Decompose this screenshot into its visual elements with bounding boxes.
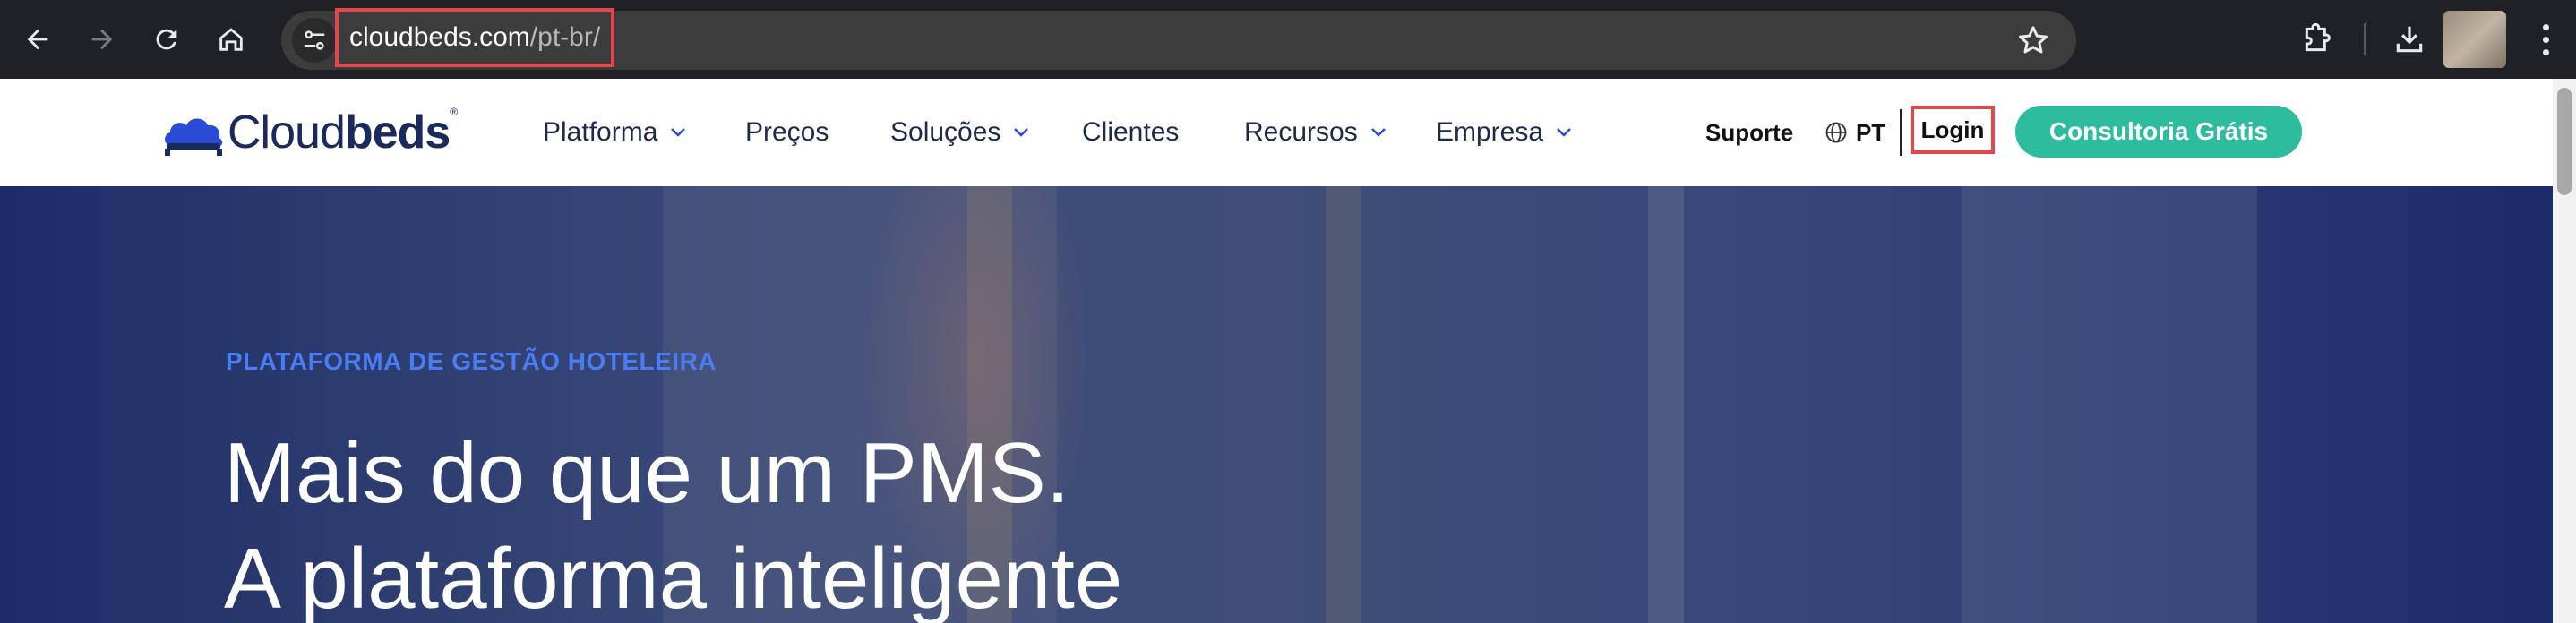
bookmark-star-icon[interactable] <box>2015 22 2051 58</box>
home-button[interactable] <box>208 16 254 63</box>
scrollbar-thumb[interactable] <box>2557 88 2572 195</box>
chevron-down-icon <box>1014 128 1029 137</box>
hero-background-frame <box>1648 186 1684 623</box>
puzzle-icon <box>2305 22 2331 52</box>
extensions-button[interactable] <box>2296 18 2339 61</box>
login-link[interactable]: Login <box>1911 106 1995 154</box>
nav-item-empresa[interactable]: Empresa <box>1436 79 1572 186</box>
hero-title: Mais do que um PMS. A plataforma intelig… <box>224 421 1122 623</box>
site-info-button[interactable] <box>292 18 337 63</box>
arrow-left-icon <box>27 29 48 50</box>
nav-item-label: Platforma <box>543 117 658 147</box>
nav-item-platforma[interactable]: Platforma <box>543 79 686 186</box>
chevron-down-icon <box>1370 128 1386 137</box>
cloudbeds-logo-icon <box>165 118 223 156</box>
address-bar[interactable]: cloudbeds.com/pt-br/ <box>281 8 2076 70</box>
site-header: Cloudbeds® Platforma Preços Soluções Cli… <box>0 79 2553 186</box>
url-path: /pt-br/ <box>529 22 601 52</box>
nav-item-precos[interactable]: Preços <box>745 79 829 186</box>
menu-dot <box>2542 23 2549 30</box>
profile-avatar[interactable] <box>2443 11 2506 68</box>
logo-text-bold: beds <box>344 107 451 158</box>
nav-item-clientes[interactable]: Clientes <box>1082 79 1179 186</box>
menu-dot <box>2542 48 2549 55</box>
hero-section: PLATAFORMA DE GESTÃO HOTELEIRA Mais do q… <box>0 186 2553 623</box>
free-consultation-button[interactable]: Consultoria Grátis <box>2015 106 2302 158</box>
url-host: cloudbeds.com <box>349 22 530 52</box>
nav-item-label: Preços <box>745 117 829 147</box>
downloads-button[interactable] <box>2388 18 2431 61</box>
nav-item-label: Recursos <box>1244 117 1358 147</box>
reload-button[interactable] <box>143 16 190 63</box>
logo-registered-mark: ® <box>450 106 458 118</box>
arrow-right-icon <box>91 29 113 50</box>
logo-wordmark: Cloudbeds® <box>228 106 458 159</box>
hero-eyebrow: PLATAFORMA DE GESTÃO HOTELEIRA <box>226 347 717 375</box>
hero-title-line: Mais do que um PMS. <box>224 425 1070 521</box>
page-scrollbar[interactable] <box>2553 79 2576 623</box>
nav-item-label: Empresa <box>1436 117 1544 147</box>
hero-background-frame <box>1326 186 1361 623</box>
support-link[interactable]: Suporte <box>1705 79 1793 186</box>
menu-dot <box>2542 36 2549 43</box>
forward-button[interactable] <box>79 16 125 63</box>
cloudbeds-logo[interactable]: Cloudbeds® <box>161 106 458 159</box>
hero-title-line: A plataforma inteligente <box>224 531 1123 623</box>
globe-icon <box>1825 122 1847 143</box>
back-button[interactable] <box>14 16 61 63</box>
tune-icon <box>304 30 325 50</box>
hero-background-painting <box>1962 186 2257 623</box>
reload-icon <box>156 29 177 50</box>
language-selector[interactable]: PT <box>1824 79 1885 186</box>
url-text[interactable]: cloudbeds.com/pt-br/ <box>335 8 615 67</box>
toolbar-divider <box>2364 23 2366 55</box>
logo-text-light: Cloud <box>228 107 346 158</box>
nav-item-label: Soluções <box>890 117 1001 147</box>
nav-item-recursos[interactable]: Recursos <box>1244 79 1387 186</box>
browser-menu-button[interactable] <box>2528 18 2563 61</box>
nav-item-label: Clientes <box>1082 117 1180 147</box>
chevron-down-icon <box>671 128 686 137</box>
home-icon <box>219 28 243 51</box>
browser-toolbar: cloudbeds.com/pt-br/ <box>0 0 2576 79</box>
nav-item-solucoes[interactable]: Soluções <box>890 79 1029 186</box>
download-icon <box>2396 26 2423 53</box>
language-label: PT <box>1856 118 1886 146</box>
header-divider <box>1900 109 1902 156</box>
chevron-down-icon <box>1557 128 1571 137</box>
